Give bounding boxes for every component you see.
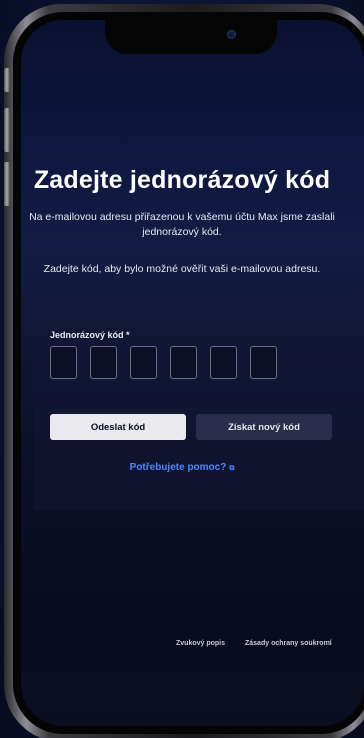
verification-page: Zadejte jednorázový kód Na e-mailovou ad… — [21, 20, 364, 726]
resend-code-label: Získat nový kód — [228, 421, 300, 433]
footer-bar — [21, 672, 364, 726]
code-digit-3[interactable] — [130, 346, 157, 379]
help-link[interactable]: Potřebujete pomoc? ⧉ — [21, 462, 364, 473]
code-digit-6[interactable] — [250, 346, 277, 379]
phone-volume-down — [4, 162, 10, 206]
code-field-label: Jednorázový kód * — [50, 330, 130, 340]
page-subtitle: Na e-mailovou adresu přiřazenou k vašemu… — [21, 210, 364, 240]
privacy-policy-link[interactable]: Zásady ochrany soukromí — [245, 640, 332, 647]
phone-silent-switch — [4, 68, 10, 92]
help-link-label: Potřebujete pomoc? — [129, 462, 227, 473]
external-link-icon: ⧉ — [229, 465, 235, 472]
page-title: Zadejte jednorázový kód — [33, 166, 331, 194]
code-digit-1[interactable] — [50, 346, 77, 379]
page-instruction: Zadejte kód, aby bylo možné ověřit vaši … — [43, 263, 321, 275]
submit-code-label: Odeslat kód — [90, 421, 146, 433]
subtitle-line-2: jednorázový kód. — [142, 226, 222, 238]
phone-screen: Zadejte jednorázový kód Na e-mailovou ad… — [21, 20, 364, 726]
code-digit-2[interactable] — [90, 346, 117, 379]
submit-code-button[interactable]: Odeslat kód — [50, 414, 186, 440]
resend-code-button[interactable]: Získat nový kód — [196, 414, 332, 440]
code-digit-5[interactable] — [210, 346, 237, 379]
audio-description-link[interactable]: Zvukový popis — [176, 640, 225, 647]
code-digit-4[interactable] — [170, 346, 197, 379]
phone-volume-up — [4, 108, 10, 152]
code-form-panel — [33, 296, 364, 511]
subtitle-line-1: Na e-mailovou adresu přiřazenou k vašemu… — [29, 211, 335, 223]
